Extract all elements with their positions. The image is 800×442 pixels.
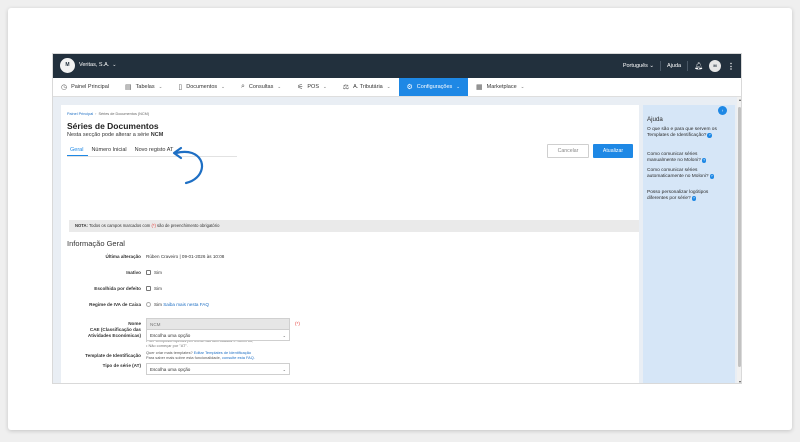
- chevron-down-icon: ⌄: [520, 84, 525, 89]
- nav-item-consultas[interactable]: ⌕ Consultas ⌄: [233, 78, 289, 96]
- nav-item-a-tributaria[interactable]: ⚖ A. Tributária ⌄: [335, 78, 399, 96]
- nav-label: A. Tributária: [353, 84, 383, 90]
- tables-icon: ▤: [125, 84, 132, 91]
- chevron-down-icon: ⌄: [112, 62, 117, 68]
- divider: [660, 61, 662, 71]
- nav-item-pos[interactable]: ⚟ POS ⌄: [289, 78, 335, 96]
- cae-label: CAE (Classificação das Atividades Económ…: [87, 327, 141, 338]
- question-icon: ?: [709, 174, 715, 179]
- help-item-templates[interactable]: O que são e para que servem os Templates…: [647, 127, 727, 139]
- bell-icon[interactable]: 🔔︎: [694, 62, 703, 70]
- help-title: Ajuda: [647, 116, 663, 123]
- nav-label: Painel Principal: [71, 84, 110, 90]
- question-icon: ?: [691, 196, 697, 201]
- template-select-value: Escolha uma opção: [150, 367, 191, 372]
- nav-item-painel-principal[interactable]: ◷ Painel Principal: [53, 78, 117, 96]
- chevron-down-icon: ⌄: [221, 84, 225, 89]
- cae-select-value: Escolha uma opção: [150, 333, 191, 338]
- question-icon: ?: [707, 133, 712, 138]
- help-panel: [643, 105, 735, 383]
- nav-label: Configurações: [416, 84, 453, 90]
- scroll-up-icon[interactable]: ▲: [737, 98, 741, 102]
- divider: [687, 61, 689, 71]
- cae-select[interactable]: Escolha uma opção ⌄: [146, 329, 290, 341]
- nav-item-documentos[interactable]: ▯ Documentos ⌄: [170, 78, 233, 96]
- chevron-down-icon: ⌄: [277, 84, 282, 89]
- nav-item-tabelas[interactable]: ▤ Tabelas ⌄: [117, 78, 170, 96]
- chevron-down-icon: ⌄: [282, 333, 286, 338]
- template-faq-link[interactable]: consulte esta FAQ.: [222, 355, 255, 360]
- question-icon: ?: [701, 158, 707, 163]
- help-link[interactable]: Ajuda: [667, 63, 681, 69]
- chevron-down-icon: ⌄: [456, 84, 461, 89]
- nav-label: Consultas: [248, 84, 274, 90]
- nav-label: Documentos: [186, 84, 218, 90]
- scroll-down-icon[interactable]: ▼: [737, 380, 741, 383]
- nav-item-configuracoes[interactable]: ⚙ Configurações ⌄: [398, 78, 469, 96]
- nav-label: Tabelas: [135, 84, 155, 90]
- language-label: Português: [622, 63, 648, 69]
- company-name: Veritas, S.A.: [79, 62, 110, 68]
- chevron-down-icon: ⌄: [158, 84, 163, 89]
- top-bar-right: Português ⌄ Ajuda 🔔︎ M ⋮: [623, 54, 735, 78]
- help-item-logos[interactable]: Posso personalizar logótipos diferentes …: [647, 190, 727, 202]
- help-item-text: Posso personalizar logótipos diferentes …: [647, 190, 709, 201]
- scale-icon: ⚖: [342, 84, 350, 91]
- avatar[interactable]: M: [709, 60, 721, 72]
- pos-icon: ⚟: [297, 84, 304, 91]
- nav-item-marketplace[interactable]: ▦ Marketplace ⌄: [468, 78, 532, 96]
- top-bar: M Veritas, S.A. ⌄ Português ⌄ Ajuda 🔔︎ M …: [53, 54, 741, 78]
- settings-icon: ⚙: [406, 84, 413, 91]
- help-item-text: O que são e para que servem os Templates…: [647, 127, 717, 138]
- template-hint2-text: Para saber mais sobre esta funcionalidad…: [146, 355, 221, 360]
- nav-label: Marketplace: [486, 84, 517, 90]
- documents-icon: ▯: [178, 84, 183, 91]
- template-label: Template de Identificação: [85, 353, 141, 358]
- dashboard-icon: ◷: [61, 84, 68, 91]
- help-item-text: Como comunicar séries automaticamente no…: [647, 168, 709, 179]
- scrollbar[interactable]: ▲ ▼: [737, 97, 741, 383]
- series-form-lower: CAE (Classificação das Atividades Económ…: [61, 105, 639, 383]
- more-vertical-icon[interactable]: ⋮: [727, 62, 735, 71]
- marketplace-icon: ▦: [476, 84, 483, 91]
- chevron-down-icon: ⌄: [282, 367, 286, 372]
- template-hint-2: Para saber mais sobre esta funcionalidad…: [146, 355, 255, 360]
- annotation-arrow: [172, 146, 203, 185]
- chevron-down-icon: ⌄: [649, 63, 655, 69]
- chevron-down-icon: ⌄: [386, 84, 391, 89]
- company-logo: M: [60, 58, 75, 73]
- language-selector[interactable]: Português ⌄: [623, 63, 654, 69]
- help-item-text: Como comunicar séries manualmente no Mol…: [647, 152, 701, 163]
- help-item-auto[interactable]: Como comunicar séries automaticamente no…: [647, 168, 727, 180]
- template-select[interactable]: Escolha uma opção ⌄: [146, 363, 290, 375]
- nav-label: POS: [307, 84, 320, 90]
- app-window: M Veritas, S.A. ⌄ Português ⌄ Ajuda 🔔︎ M …: [52, 53, 742, 384]
- search-icon: ⌕: [240, 83, 245, 90]
- help-toggle-icon[interactable]: ›: [718, 106, 727, 115]
- chevron-down-icon: ⌄: [323, 84, 327, 89]
- company-switcher[interactable]: Veritas, S.A. ⌄: [79, 62, 116, 68]
- scrollbar-thumb[interactable]: [738, 107, 741, 367]
- main-nav: ◷ Painel Principal ▤ Tabelas ⌄ ▯ Documen…: [53, 78, 741, 97]
- help-item-manual[interactable]: Como comunicar séries manualmente no Mol…: [647, 152, 727, 164]
